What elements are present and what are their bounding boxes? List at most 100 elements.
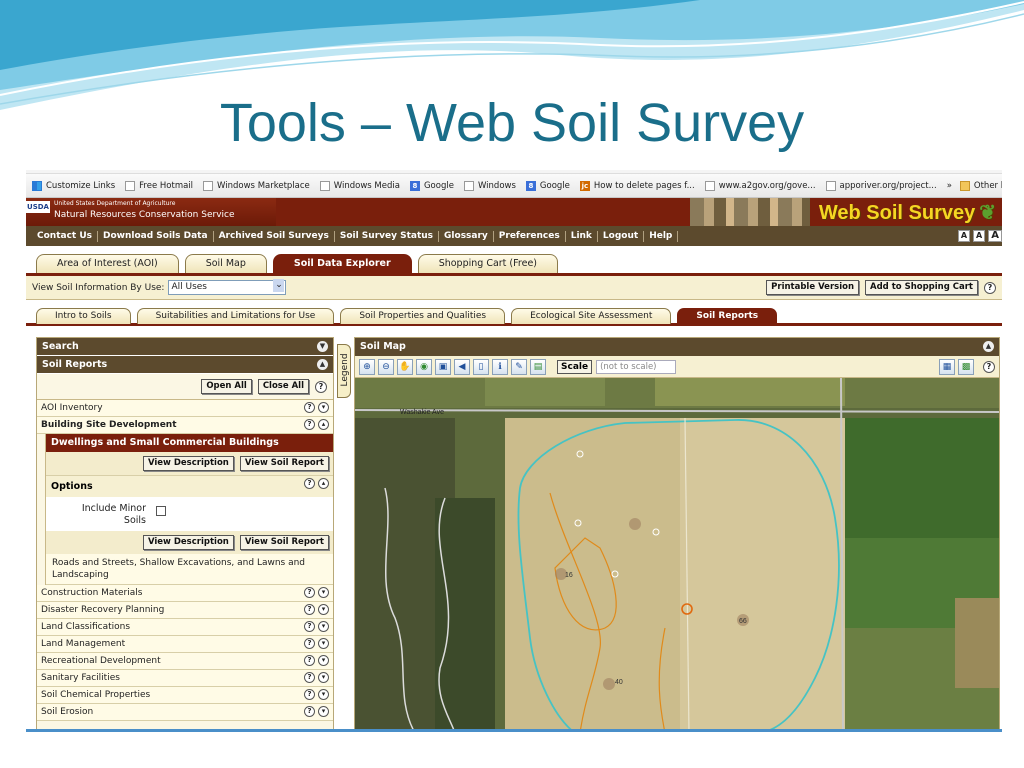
- help-icon[interactable]: ?: [304, 419, 315, 430]
- expand-icon[interactable]: ▾: [318, 706, 329, 717]
- report-roads-and-streets[interactable]: Roads and Streets, Shallow Excavations, …: [46, 554, 333, 585]
- options-header[interactable]: Options? ▴: [46, 475, 333, 497]
- report-category[interactable]: Recreational Development? ▾: [37, 653, 333, 670]
- measure-icon[interactable]: ✎: [511, 358, 527, 375]
- pan-hand-icon[interactable]: ✋: [397, 358, 413, 375]
- clear-icon[interactable]: ▤: [530, 358, 546, 375]
- bookmark-0[interactable]: Customize Links: [32, 180, 115, 191]
- view-soil-report-button[interactable]: View Soil Report: [239, 456, 329, 471]
- bookmark-7[interactable]: jc How to delete pages f...: [579, 180, 695, 191]
- nav-logout[interactable]: Logout: [598, 230, 645, 242]
- help-icon[interactable]: ?: [304, 478, 315, 489]
- expand-icon[interactable]: ▾: [318, 604, 329, 615]
- bookmark-4[interactable]: 8 Google: [409, 180, 454, 191]
- help-icon[interactable]: ?: [304, 638, 315, 649]
- nav-glossary[interactable]: Glossary: [439, 230, 494, 242]
- report-category[interactable]: Disaster Recovery Planning? ▾: [37, 602, 333, 619]
- soil-reports-header[interactable]: Soil Reports ▲: [37, 356, 333, 374]
- bookmark-8[interactable]: www.a2gov.org/gove...: [704, 180, 816, 191]
- bookmark-1[interactable]: Free Hotmail: [125, 180, 193, 191]
- subtab-soil-properties[interactable]: Soil Properties and Qualities: [340, 308, 506, 324]
- overview-map-icon[interactable]: ▦: [939, 358, 955, 375]
- help-icon[interactable]: ?: [304, 587, 315, 598]
- expand-icon[interactable]: ▾: [318, 638, 329, 649]
- collapse-icon[interactable]: ▲: [983, 341, 994, 352]
- bookmark-6[interactable]: 8 Google: [525, 180, 570, 191]
- full-extent-globe-icon[interactable]: ◉: [416, 358, 432, 375]
- bookmark-3[interactable]: Windows Media: [319, 180, 400, 191]
- tab-shopping-cart[interactable]: Shopping Cart (Free): [417, 254, 558, 273]
- report-category[interactable]: Land Management? ▾: [37, 636, 333, 653]
- view-description-button[interactable]: View Description: [142, 456, 234, 471]
- collapse-icon[interactable]: ▲: [317, 359, 328, 370]
- printable-version-button[interactable]: Printable Version: [766, 280, 859, 295]
- tab-soil-map[interactable]: Soil Map: [184, 254, 267, 273]
- identify-info-icon[interactable]: ℹ: [492, 358, 508, 375]
- nav-help[interactable]: Help: [644, 230, 679, 242]
- expand-icon[interactable]: ▾: [318, 655, 329, 666]
- report-dwellings[interactable]: Dwellings and Small Commercial Buildings: [46, 434, 333, 452]
- help-icon[interactable]: ?: [983, 360, 995, 373]
- nav-soil-survey-status[interactable]: Soil Survey Status: [335, 230, 440, 242]
- open-all-button[interactable]: Open All: [201, 379, 252, 394]
- text-size-small-button[interactable]: A: [957, 230, 971, 242]
- more-bookmarks-chevron[interactable]: »: [947, 181, 952, 191]
- help-icon[interactable]: ?: [304, 689, 315, 700]
- bookmark-2[interactable]: Windows Marketplace: [203, 180, 310, 191]
- view-description-button-2[interactable]: View Description: [142, 535, 234, 550]
- report-category-building-site[interactable]: Building Site Development? ▴: [37, 417, 333, 434]
- report-category[interactable]: Land Classifications? ▾: [37, 619, 333, 636]
- collapse-icon[interactable]: ▴: [318, 419, 329, 430]
- help-icon[interactable]: ?: [984, 281, 996, 294]
- help-icon[interactable]: ?: [304, 621, 315, 632]
- subtab-soil-reports[interactable]: Soil Reports: [677, 308, 778, 324]
- report-category[interactable]: Soil Chemical Properties? ▾: [37, 687, 333, 704]
- report-category-aoi-inventory[interactable]: AOI Inventory? ▾: [37, 400, 333, 417]
- legend-tab[interactable]: Legend: [337, 344, 351, 398]
- report-category[interactable]: Soil Erosion? ▾: [37, 704, 333, 721]
- expand-icon[interactable]: ▾: [318, 621, 329, 632]
- nav-link[interactable]: Link: [566, 230, 598, 242]
- help-icon[interactable]: ?: [304, 706, 315, 717]
- search-header[interactable]: Search ▼: [37, 338, 333, 356]
- add-to-cart-button[interactable]: Add to Shopping Cart: [865, 280, 978, 295]
- zoom-out-icon[interactable]: ⊖: [378, 358, 394, 375]
- tab-soil-data-explorer[interactable]: Soil Data Explorer: [272, 254, 412, 273]
- help-icon[interactable]: ?: [304, 402, 315, 413]
- expand-icon[interactable]: ▾: [318, 402, 329, 413]
- soil-map-image[interactable]: Washakie Ave 40 16 66: [355, 378, 1000, 732]
- usda-banner[interactable]: USDA United States Department of Agricul…: [26, 198, 276, 226]
- text-size-medium-button[interactable]: A: [973, 230, 986, 242]
- previous-extent-icon[interactable]: ◀: [454, 358, 470, 375]
- zoom-to-aoi-icon[interactable]: ▣: [435, 358, 451, 375]
- tab-area-of-interest[interactable]: Area of Interest (AOI): [36, 254, 179, 273]
- expand-icon[interactable]: ▾: [318, 689, 329, 700]
- nav-download-soils-data[interactable]: Download Soils Data: [98, 230, 214, 242]
- report-category[interactable]: Construction Materials? ▾: [37, 585, 333, 602]
- scale-select[interactable]: (not to scale): [596, 359, 677, 374]
- next-extent-icon[interactable]: ▯: [473, 358, 489, 375]
- report-category[interactable]: Sanitary Facilities? ▾: [37, 670, 333, 687]
- other-bookmarks[interactable]: Other bookm: [959, 180, 1002, 191]
- expand-icon[interactable]: ▾: [318, 587, 329, 598]
- subtab-ecological-site[interactable]: Ecological Site Assessment: [511, 308, 672, 324]
- help-icon[interactable]: ?: [304, 604, 315, 615]
- map-layers-icon[interactable]: ▩: [958, 358, 974, 375]
- nav-contact-us[interactable]: Contact Us: [32, 230, 99, 242]
- view-by-use-select[interactable]: All Uses: [168, 279, 287, 295]
- bookmark-9[interactable]: apporiver.org/project...: [825, 180, 937, 191]
- expand-icon[interactable]: ▾: [318, 672, 329, 683]
- close-all-button[interactable]: Close All: [257, 379, 309, 394]
- help-icon[interactable]: ?: [304, 672, 315, 683]
- text-size-large-button[interactable]: A: [988, 230, 1002, 242]
- subtab-intro-to-soils[interactable]: Intro to Soils: [36, 308, 131, 324]
- nav-archived-soil-surveys[interactable]: Archived Soil Surveys: [214, 230, 335, 242]
- help-icon[interactable]: ?: [304, 655, 315, 666]
- include-minor-soils-checkbox[interactable]: [156, 506, 166, 516]
- zoom-in-icon[interactable]: ⊕: [359, 358, 375, 375]
- collapse-icon[interactable]: ▴: [318, 478, 329, 489]
- subtab-suitabilities[interactable]: Suitabilities and Limitations for Use: [136, 308, 335, 324]
- nav-preferences[interactable]: Preferences: [494, 230, 566, 242]
- expand-icon[interactable]: ▼: [317, 341, 328, 352]
- bookmark-5[interactable]: Windows: [463, 180, 516, 191]
